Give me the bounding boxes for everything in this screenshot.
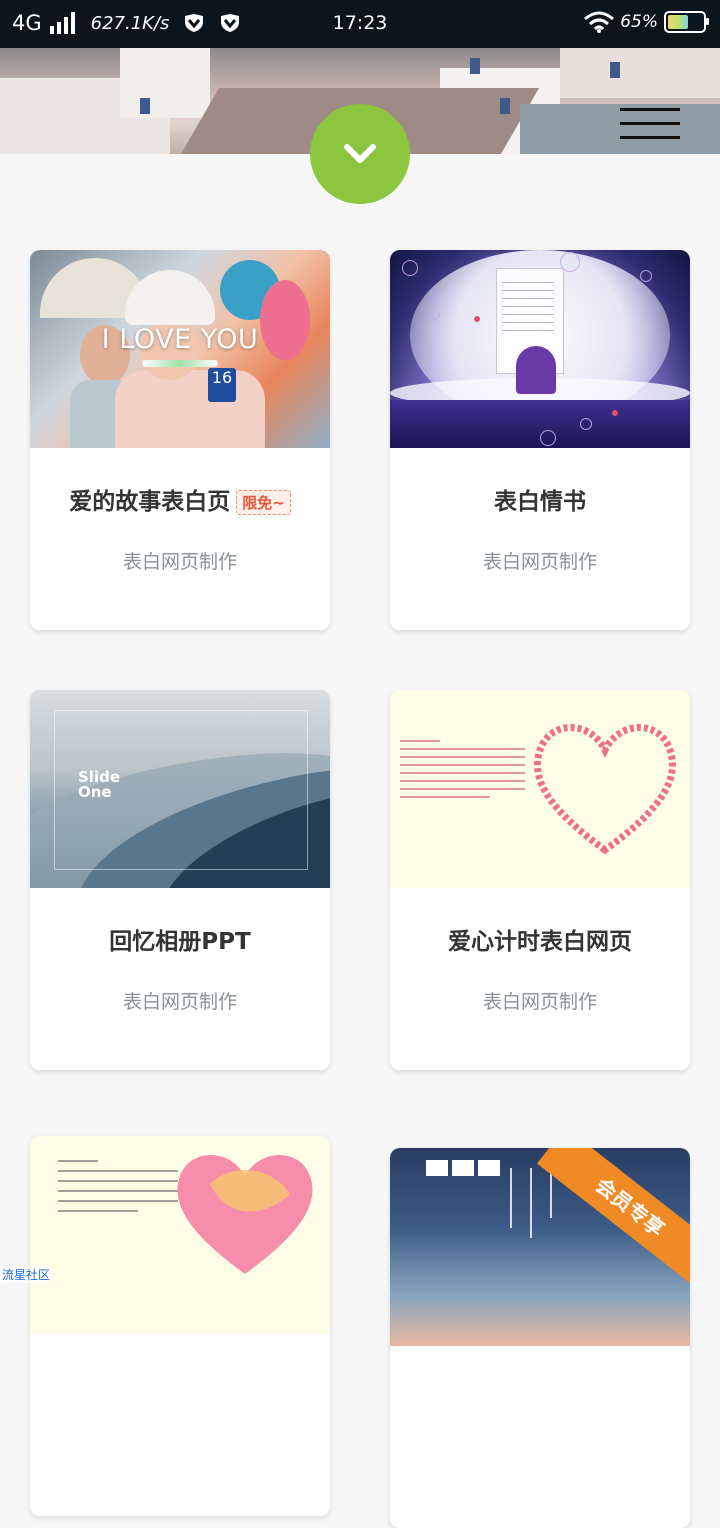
card-thumbnail: 16 I LOVE YOU [30,250,330,448]
card-thumbnail [30,1136,330,1334]
thumbnail-badge: 16 [208,368,236,402]
template-card[interactable]: 16 I LOVE YOU 爱的故事表白页 限免~ 表白网页制作 [30,250,330,630]
card-thumbnail: 会员专享 [390,1148,690,1346]
card-subtitle: 表白网页制作 [122,991,237,1013]
thumbnail-text: Slide One [78,768,120,801]
wifi-icon [584,11,615,33]
template-card[interactable]: Slide One 回忆相册PPT 表白网页制作 [30,690,330,1070]
battery-percent: 65% [620,12,658,32]
heart-icon [534,724,676,855]
card-thumbnail: Slide One [30,690,330,888]
status-bar: 4G 627.1K/s 17:23 65% [0,0,720,48]
card-title: 爱心计时表白网页 [448,929,632,955]
template-card[interactable] [30,1136,330,1516]
free-tag: 限免~ [236,490,291,515]
thumbnail-text: I LOVE YOU [101,324,259,355]
card-title: 回忆相册PPT [109,929,251,955]
heart-tree-icon [177,1155,313,1274]
expand-button[interactable] [310,104,410,204]
card-thumbnail [390,250,690,448]
template-card[interactable]: 爱心计时表白网页 表白网页制作 [390,690,690,1070]
chevron-down-icon [344,144,376,163]
card-title-row: 爱的故事表白页 限免~ [30,482,330,516]
hamburger-menu-icon[interactable] [620,108,680,142]
card-subtitle: 表白网页制作 [482,991,597,1013]
member-ribbon: 会员专享 [537,1148,690,1287]
template-card[interactable]: 会员专享 [390,1148,690,1528]
card-subtitle: 表白网页制作 [482,551,597,573]
card-subtitle: 表白网页制作 [122,551,237,573]
card-thumbnail [390,690,690,888]
watermark: 流星社区 [0,1266,53,1283]
template-card[interactable]: 表白情书 表白网页制作 [390,250,690,630]
battery-icon [664,11,709,33]
card-title: 爱的故事表白页 [69,489,231,515]
card-title: 表白情书 [494,489,586,515]
